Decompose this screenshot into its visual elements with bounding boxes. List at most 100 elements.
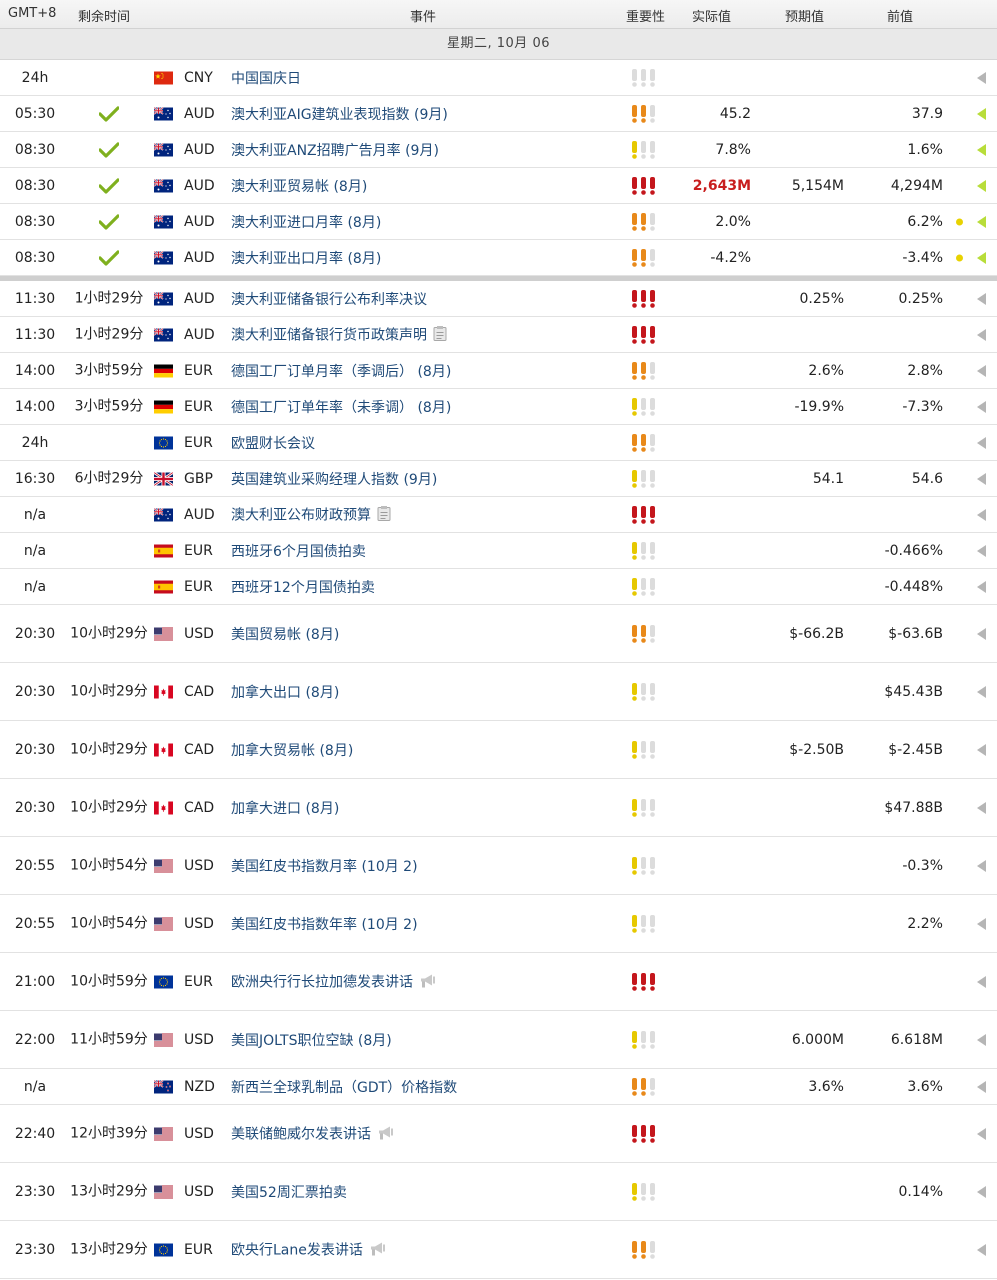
event-name[interactable]: 澳大利亚AIG建筑业表现指数 (9月) <box>231 107 448 123</box>
event-name[interactable]: 美国贸易帐 (8月) <box>231 627 339 643</box>
event-row[interactable]: n/a EUR 西班牙12个月国债拍卖 -0.448% <box>0 569 997 605</box>
event-name[interactable]: 西班牙12个月国债拍卖 <box>231 580 375 596</box>
event-row[interactable]: 24h EUR 欧盟财长会议 <box>0 425 997 461</box>
event-name-link[interactable]: 澳大利亚储备银行货币政策声明 <box>231 324 447 345</box>
event-name[interactable]: 澳大利亚ANZ招聘广告月率 (9月) <box>231 143 439 159</box>
event-name-link[interactable]: 德国工厂订单年率（未季调） (8月) <box>231 397 451 417</box>
expand-arrow-icon[interactable] <box>977 436 986 449</box>
event-row[interactable]: 08:30 AUD 澳大利亚ANZ招聘广告月率 (9月) 7.8% 1.6% <box>0 132 997 168</box>
expand-arrow-icon[interactable] <box>977 292 986 305</box>
event-row[interactable]: n/a AUD 澳大利亚公布财政预算 <box>0 497 997 533</box>
event-name-link[interactable]: 英国建筑业采购经理人指数 (9月) <box>231 469 437 489</box>
expand-arrow-icon[interactable] <box>977 1243 986 1256</box>
expand-arrow-icon[interactable] <box>977 1080 986 1093</box>
event-name-link[interactable]: 加拿大进口 (8月) <box>231 798 339 818</box>
expand-arrow-icon[interactable] <box>977 544 986 557</box>
event-name[interactable]: 德国工厂订单月率（季调后） (8月) <box>231 364 451 380</box>
event-name-link[interactable]: 美国红皮书指数年率 (10月 2) <box>231 914 418 934</box>
event-name[interactable]: 西班牙6个月国债拍卖 <box>231 544 366 560</box>
event-name-link[interactable]: 加拿大出口 (8月) <box>231 682 339 702</box>
event-row[interactable]: 20:55 10小时54分 USD 美国红皮书指数月率 (10月 2) -0.3% <box>0 837 997 895</box>
event-row[interactable]: n/a NZD 新西兰全球乳制品（GDT）价格指数 3.6% 3.6% <box>0 1069 997 1105</box>
event-name[interactable]: 中国国庆日 <box>231 71 301 87</box>
expand-arrow-icon[interactable] <box>977 917 986 930</box>
expand-arrow-icon[interactable] <box>977 143 986 156</box>
event-name-link[interactable]: 美国JOLTS职位空缺 (8月) <box>231 1030 392 1050</box>
event-name-link[interactable]: 美联储鲍威尔发表讲话 <box>231 1123 395 1144</box>
expand-arrow-icon[interactable] <box>977 107 986 120</box>
event-name-link[interactable]: 澳大利亚出口月率 (8月) <box>231 248 381 268</box>
event-name-link[interactable]: 欧央行Lane发表讲话 <box>231 1239 387 1260</box>
event-name[interactable]: 新西兰全球乳制品（GDT）价格指数 <box>231 1080 457 1096</box>
event-row[interactable]: 20:30 10小时29分 CAD 加拿大出口 (8月) $45.43B <box>0 663 997 721</box>
event-name[interactable]: 欧央行Lane发表讲话 <box>231 1242 363 1258</box>
event-name-link[interactable]: 西班牙12个月国债拍卖 <box>231 577 375 597</box>
event-row[interactable]: 20:30 10小时29分 USD 美国贸易帐 (8月) $-66.2B $-63.6B <box>0 605 997 663</box>
event-name[interactable]: 美国红皮书指数月率 (10月 2) <box>231 859 418 875</box>
event-row[interactable]: 24h CNY 中国国庆日 <box>0 60 997 96</box>
event-name-link[interactable]: 美国贸易帐 (8月) <box>231 624 339 644</box>
event-name[interactable]: 加拿大进口 (8月) <box>231 801 339 817</box>
expand-arrow-icon[interactable] <box>977 859 986 872</box>
event-name-link[interactable]: 美国52周汇票拍卖 <box>231 1182 347 1202</box>
expand-arrow-icon[interactable] <box>977 251 986 264</box>
event-name-link[interactable]: 澳大利亚公布财政预算 <box>231 504 391 525</box>
expand-arrow-icon[interactable] <box>977 685 986 698</box>
event-name[interactable]: 欧盟财长会议 <box>231 436 315 452</box>
timezone-selector[interactable]: GMT+8 <box>8 6 56 21</box>
expand-arrow-icon[interactable] <box>977 400 986 413</box>
event-row[interactable]: 11:30 1小时29分 AUD 澳大利亚储备银行公布利率决议 0.25% 0.25% <box>0 281 997 317</box>
event-name[interactable]: 美国JOLTS职位空缺 (8月) <box>231 1033 392 1049</box>
expand-arrow-icon[interactable] <box>977 580 986 593</box>
event-name[interactable]: 加拿大贸易帐 (8月) <box>231 743 353 759</box>
expand-arrow-icon[interactable] <box>977 801 986 814</box>
event-row[interactable]: 08:30 AUD 澳大利亚贸易帐 (8月) 2,643M 5,154M 4,294M <box>0 168 997 204</box>
event-row[interactable]: 20:30 10小时29分 CAD 加拿大进口 (8月) $47.88B <box>0 779 997 837</box>
event-name-link[interactable]: 新西兰全球乳制品（GDT）价格指数 <box>231 1077 457 1097</box>
expand-arrow-icon[interactable] <box>977 328 986 341</box>
event-name[interactable]: 澳大利亚储备银行公布利率决议 <box>231 292 427 308</box>
event-name-link[interactable]: 澳大利亚进口月率 (8月) <box>231 212 381 232</box>
event-name-link[interactable]: 美国红皮书指数月率 (10月 2) <box>231 856 418 876</box>
event-row[interactable]: 14:00 3小时59分 EUR 德国工厂订单年率（未季调） (8月) -19.9% -7… <box>0 389 997 425</box>
expand-arrow-icon[interactable] <box>977 71 986 84</box>
event-name-link[interactable]: 欧洲央行行长拉加德发表讲话 <box>231 971 437 992</box>
event-row[interactable]: 22:00 11小时59分 USD 美国JOLTS职位空缺 (8月) 6.000M 6.6… <box>0 1011 997 1069</box>
expand-arrow-icon[interactable] <box>977 1185 986 1198</box>
event-row[interactable]: 08:30 AUD 澳大利亚进口月率 (8月) 2.0% 6.2% <box>0 204 997 240</box>
expand-arrow-icon[interactable] <box>977 472 986 485</box>
event-row[interactable]: n/a EUR 西班牙6个月国债拍卖 -0.466% <box>0 533 997 569</box>
event-row[interactable]: 23:30 13小时29分 USD 美国52周汇票拍卖 0.14% <box>0 1163 997 1221</box>
event-name[interactable]: 加拿大出口 (8月) <box>231 685 339 701</box>
event-name-link[interactable]: 加拿大贸易帐 (8月) <box>231 740 353 760</box>
event-row[interactable]: 20:30 10小时29分 CAD 加拿大贸易帐 (8月) $-2.50B $-2.45B <box>0 721 997 779</box>
event-row[interactable]: 21:00 10小时59分 EUR 欧洲央行行长拉加德发表讲话 <box>0 953 997 1011</box>
event-row[interactable]: 16:30 6小时29分 GBP 英国建筑业采购经理人指数 (9月) 54.1 54.6 <box>0 461 997 497</box>
expand-arrow-icon[interactable] <box>977 364 986 377</box>
event-name[interactable]: 澳大利亚出口月率 (8月) <box>231 251 381 267</box>
expand-arrow-icon[interactable] <box>977 179 986 192</box>
expand-arrow-icon[interactable] <box>977 1033 986 1046</box>
expand-arrow-icon[interactable] <box>977 743 986 756</box>
event-row[interactable]: 05:30 AUD 澳大利亚AIG建筑业表现指数 (9月) 45.2 37.9 <box>0 96 997 132</box>
event-name[interactable]: 美国红皮书指数年率 (10月 2) <box>231 917 418 933</box>
event-name-link[interactable]: 澳大利亚储备银行公布利率决议 <box>231 289 427 309</box>
expand-arrow-icon[interactable] <box>977 975 986 988</box>
event-name-link[interactable]: 中国国庆日 <box>231 68 301 88</box>
event-row[interactable]: 11:30 1小时29分 AUD 澳大利亚储备银行货币政策声明 <box>0 317 997 353</box>
event-row[interactable]: 22:40 12小时39分 USD 美联储鲍威尔发表讲话 <box>0 1105 997 1163</box>
event-name[interactable]: 澳大利亚储备银行货币政策声明 <box>231 327 427 343</box>
event-row[interactable]: 23:30 13小时29分 EUR 欧央行Lane发表讲话 <box>0 1221 997 1279</box>
expand-arrow-icon[interactable] <box>977 627 986 640</box>
event-name-link[interactable]: 澳大利亚ANZ招聘广告月率 (9月) <box>231 140 439 160</box>
event-name[interactable]: 英国建筑业采购经理人指数 (9月) <box>231 472 437 488</box>
event-name-link[interactable]: 西班牙6个月国债拍卖 <box>231 541 366 561</box>
event-name[interactable]: 德国工厂订单年率（未季调） (8月) <box>231 400 451 416</box>
event-name-link[interactable]: 德国工厂订单月率（季调后） (8月) <box>231 361 451 381</box>
event-row[interactable]: 08:30 AUD 澳大利亚出口月率 (8月) -4.2% -3.4% <box>0 240 997 276</box>
event-row[interactable]: 14:00 3小时59分 EUR 德国工厂订单月率（季调后） (8月) 2.6% 2.8% <box>0 353 997 389</box>
event-name[interactable]: 欧洲央行行长拉加德发表讲话 <box>231 974 413 990</box>
expand-arrow-icon[interactable] <box>977 508 986 521</box>
event-name[interactable]: 澳大利亚公布财政预算 <box>231 507 371 523</box>
event-name-link[interactable]: 澳大利亚贸易帐 (8月) <box>231 176 367 196</box>
